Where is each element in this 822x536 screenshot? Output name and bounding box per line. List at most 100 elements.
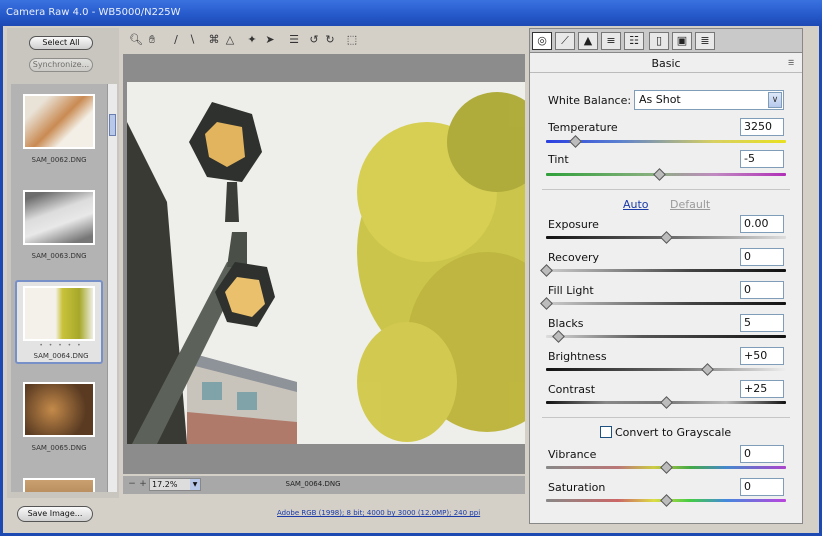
preview-filename: SAM_0064.DNG	[285, 480, 341, 488]
contrast-field[interactable]: +25	[740, 380, 784, 398]
blacks-field[interactable]: 5	[740, 314, 784, 332]
filmstrip-item[interactable]: SAM_0062.DNG	[15, 88, 103, 172]
filmstrip-item-selected[interactable]: • • • • • SAM_0064.DNG	[15, 280, 103, 364]
rating-stars[interactable]: • • • • •	[17, 342, 105, 349]
eyedropper-icon[interactable]: ∕	[169, 33, 183, 47]
save-image-button[interactable]: Save Image...	[17, 506, 93, 522]
red-eye-icon[interactable]: ➤	[263, 33, 277, 47]
synchronize-button[interactable]: Synchronize...	[29, 58, 93, 72]
default-link[interactable]: Default	[670, 198, 710, 211]
zoom-level-select[interactable]: 17.2% ▼	[149, 478, 201, 491]
checkbox-box[interactable]	[600, 426, 612, 438]
filmstrip-item[interactable]: SAM_0063.DNG	[15, 184, 103, 268]
temperature-slider[interactable]	[546, 135, 786, 148]
panel-tabs: ◎ ⟋ ▲ ≡ ☷ ▯ ▣ ≣	[530, 29, 802, 53]
slider-knob[interactable]	[540, 297, 553, 310]
filmstrip: Select All Synchronize... SAM_0062.DNG S…	[7, 28, 119, 498]
camera-raw-window: Select All Synchronize... SAM_0062.DNG S…	[0, 26, 822, 536]
select-all-button[interactable]: Select All	[29, 36, 93, 50]
tone-curve-tab-icon[interactable]: ⟋	[555, 32, 575, 50]
fill-light-field[interactable]: 0	[740, 281, 784, 299]
exposure-field[interactable]: 0.00	[740, 215, 784, 233]
filmstrip-scrollbar[interactable]	[107, 84, 117, 492]
thumbnail-filename: SAM_0063.DNG	[31, 252, 87, 260]
divider	[542, 189, 790, 190]
saturation-field[interactable]: 0	[740, 478, 784, 496]
zoom-in-icon[interactable]: +	[138, 479, 148, 489]
grayscale-checkbox[interactable]: Convert to Grayscale	[600, 426, 731, 439]
fill-light-slider[interactable]	[540, 297, 786, 310]
vibrance-slider[interactable]	[546, 461, 786, 474]
vibrance-field[interactable]: 0	[740, 445, 784, 463]
preferences-icon[interactable]: ☰	[287, 33, 301, 47]
slider-knob[interactable]	[660, 231, 673, 244]
temperature-field[interactable]: 3250	[740, 118, 784, 136]
presets-tab-icon[interactable]: ≣	[695, 32, 715, 50]
spot-removal-icon[interactable]: ✦	[245, 33, 259, 47]
zoom-out-icon[interactable]: −	[127, 479, 137, 489]
filmstrip-list: SAM_0062.DNG SAM_0063.DNG • • • • • SAM_…	[11, 84, 107, 492]
slider-knob[interactable]	[652, 168, 666, 181]
straighten-icon[interactable]: △	[223, 33, 237, 47]
filmstrip-item[interactable]: SAM_0065.DNG	[15, 376, 103, 460]
grayscale-label: Convert to Grayscale	[615, 426, 732, 439]
rotate-left-icon[interactable]: ↺	[307, 33, 321, 47]
blacks-slider[interactable]	[546, 330, 786, 343]
tool-bar: 🔍︎ ✋︎ ∕ ∖ ⌘ △ ✦ ➤ ☰ ↺ ↻ ⬚	[125, 32, 525, 50]
chevron-down-icon[interactable]: ▼	[190, 479, 200, 490]
window-subtitle: WB5000/N225W	[98, 7, 181, 18]
slider-knob[interactable]	[660, 494, 673, 507]
contrast-label: Contrast	[548, 383, 596, 396]
rotate-right-icon[interactable]: ↻	[323, 33, 337, 47]
scrollbar-thumb[interactable]	[109, 114, 116, 136]
crop-icon[interactable]: ⌘	[207, 33, 221, 47]
thumbnail-filename: SAM_0064.DNG	[33, 352, 89, 360]
chevron-down-icon[interactable]: ∨	[768, 92, 782, 108]
auto-link[interactable]: Auto	[623, 198, 649, 211]
contrast-slider[interactable]	[546, 396, 786, 409]
slider-knob[interactable]	[540, 264, 553, 277]
detail-tab-icon[interactable]: ▲	[578, 32, 598, 50]
slider-knob[interactable]	[700, 363, 714, 376]
exposure-label: Exposure	[548, 218, 599, 231]
brightness-slider[interactable]	[546, 363, 786, 376]
recovery-field[interactable]: 0	[740, 248, 784, 266]
split-toning-tab-icon[interactable]: ☷	[624, 32, 644, 50]
camera-calibration-tab-icon[interactable]: ▣	[672, 32, 692, 50]
exposure-slider[interactable]	[546, 231, 786, 244]
thumbnail-filename: SAM_0062.DNG	[31, 156, 87, 164]
tint-slider[interactable]	[546, 168, 786, 181]
workflow-options-link[interactable]: Adobe RGB (1998); 8 bit; 4000 by 3000 (1…	[277, 509, 480, 517]
basic-tab-icon[interactable]: ◎	[532, 32, 552, 50]
thumbnail-image	[23, 382, 95, 437]
zoom-icon[interactable]: 🔍︎	[129, 33, 143, 47]
preview-status-bar: − + 17.2% ▼ SAM_0064.DNG	[123, 476, 525, 494]
white-balance-value: As Shot	[639, 93, 681, 106]
brightness-field[interactable]: +50	[740, 347, 784, 365]
brightness-label: Brightness	[548, 350, 607, 363]
lens-tab-icon[interactable]: ▯	[649, 32, 669, 50]
window-title: Camera Raw 4.0	[6, 7, 89, 18]
filmstrip-item[interactable]	[15, 472, 103, 492]
tint-field[interactable]: -5	[740, 150, 784, 168]
trash-icon[interactable]: ⬚	[345, 33, 359, 47]
image-preview[interactable]	[123, 54, 525, 474]
panel-menu-icon[interactable]: ☰	[788, 59, 798, 67]
window-title-bar: Camera Raw 4.0 - WB5000/N225W	[0, 0, 822, 26]
hsl-tab-icon[interactable]: ≡	[601, 32, 621, 50]
thumbnail-image	[23, 190, 95, 245]
vibrance-label: Vibrance	[548, 448, 597, 461]
slider-knob[interactable]	[660, 461, 673, 474]
slider-knob[interactable]	[660, 396, 673, 409]
slider-knob[interactable]	[552, 330, 565, 343]
temperature-label: Temperature	[548, 121, 618, 134]
hand-icon[interactable]: ✋︎	[145, 33, 159, 47]
slider-knob[interactable]	[568, 135, 582, 148]
zoom-level-value: 17.2%	[152, 480, 178, 489]
color-sampler-icon[interactable]: ∖	[185, 33, 199, 47]
recovery-slider[interactable]	[540, 264, 786, 277]
blacks-label: Blacks	[548, 317, 584, 330]
thumbnail-filename: SAM_0065.DNG	[31, 444, 87, 452]
saturation-slider[interactable]	[546, 494, 786, 507]
white-balance-select[interactable]: As Shot ∨	[634, 90, 784, 110]
